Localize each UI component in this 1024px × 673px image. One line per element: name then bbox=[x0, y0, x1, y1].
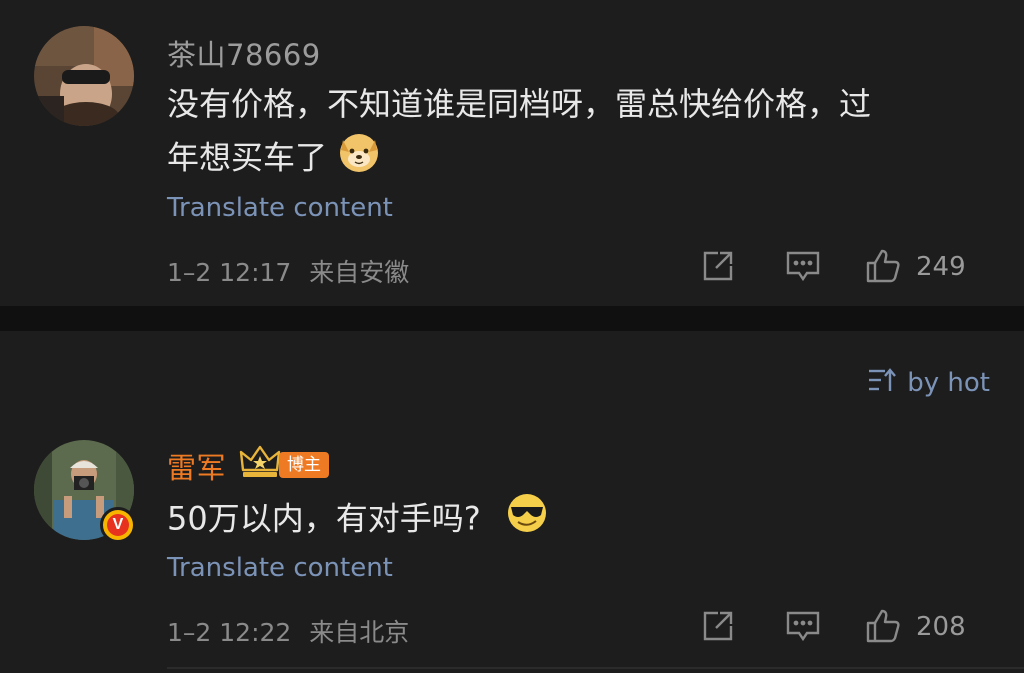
share-icon[interactable] bbox=[700, 608, 736, 648]
timestamp: 1–2 12:22 bbox=[167, 618, 292, 647]
sort-button[interactable]: by hot bbox=[867, 367, 990, 399]
username[interactable]: 茶山78669 bbox=[167, 32, 321, 74]
sort-icon bbox=[867, 367, 897, 400]
like-count: 208 bbox=[916, 612, 966, 642]
comment-text-line: 没有价格，不知道谁是同档呀，雷总快给价格，过 bbox=[167, 85, 872, 123]
comment-meta: 1–2 12:22 来自北京 bbox=[167, 613, 409, 649]
comment-text-line: 50万以内，有对手吗? bbox=[167, 499, 481, 538]
verified-icon: V bbox=[107, 514, 129, 536]
translate-link[interactable]: Translate content bbox=[167, 193, 393, 223]
comment-actions: 208 bbox=[700, 608, 990, 648]
sort-label: by hot bbox=[907, 368, 990, 398]
location: 来自北京 bbox=[309, 618, 410, 647]
comment-text-line2: 年想买车了 bbox=[167, 138, 328, 177]
timestamp: 1–2 12:17 bbox=[167, 258, 292, 287]
doge-emoji bbox=[337, 130, 381, 189]
comment-item: 茶山78669 没有价格，不知道谁是同档呀，雷总快给价格，过 年想买车了 Tra… bbox=[0, 0, 1024, 306]
comment-text-line: 年想买车了 bbox=[167, 130, 977, 189]
comment-text: 没有价格，不知道谁是同档呀，雷总快给价格，过 年想买车了 bbox=[167, 78, 977, 189]
like-icon[interactable] bbox=[865, 608, 901, 648]
reply-icon[interactable] bbox=[785, 248, 821, 288]
author-badge: 博主 bbox=[279, 452, 329, 478]
location: 来自安徽 bbox=[309, 258, 410, 287]
comment-text: 50万以内，有对手吗? bbox=[167, 491, 977, 550]
like-count: 249 bbox=[916, 252, 966, 282]
reply-icon[interactable] bbox=[785, 608, 821, 648]
username[interactable]: 雷军 bbox=[167, 445, 226, 487]
divider bbox=[167, 667, 1024, 669]
avatar[interactable] bbox=[34, 26, 134, 126]
comment-meta: 1–2 12:17 来自安徽 bbox=[167, 253, 409, 289]
translate-link[interactable]: Translate content bbox=[167, 553, 393, 583]
comments-section: by hot V 雷军 博主 50万以内，有对手吗? Translate con… bbox=[0, 331, 1024, 673]
sunglasses-emoji bbox=[505, 491, 549, 550]
crown-icon bbox=[239, 444, 281, 484]
comment-actions: 249 bbox=[700, 248, 990, 288]
verified-badge: V bbox=[100, 507, 136, 543]
section-gap bbox=[0, 306, 1024, 331]
like-icon[interactable] bbox=[865, 248, 901, 288]
share-icon[interactable] bbox=[700, 248, 736, 288]
